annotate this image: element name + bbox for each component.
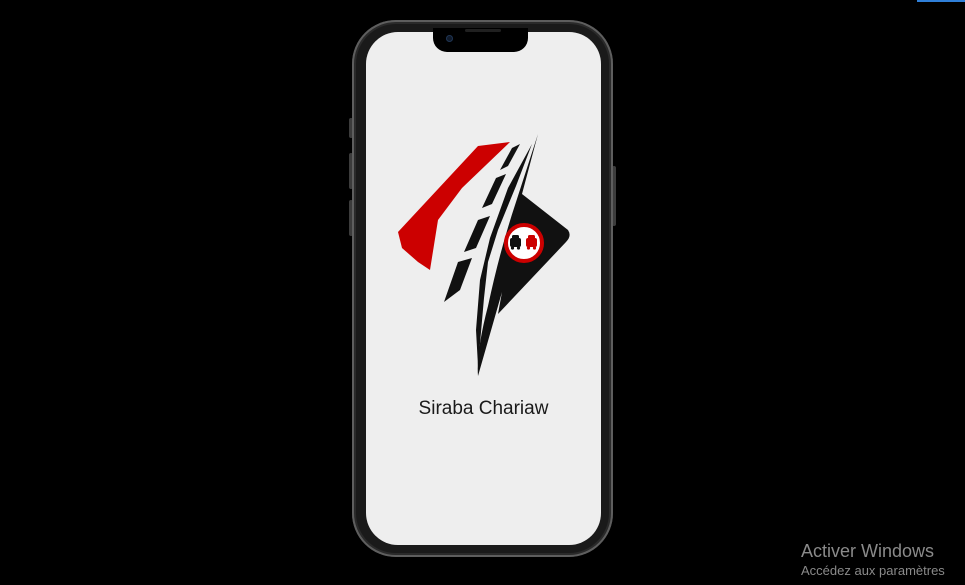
desktop-background: Siraba Chariaw Activer Windows Accédez a…: [0, 0, 965, 585]
logo-dash-2: [482, 174, 506, 208]
front-camera: [446, 35, 453, 42]
windows-activation-watermark: Activer Windows Accédez aux paramètres: [801, 540, 945, 580]
watermark-title: Activer Windows: [801, 541, 935, 561]
logo-red-stripe: [398, 142, 510, 270]
top-edge-accent: [917, 0, 965, 2]
logo-dash-3: [464, 216, 490, 252]
no-overtaking-sign-icon: [504, 223, 544, 263]
earpiece-speaker: [465, 29, 501, 32]
app-title: Siraba Chariaw: [418, 398, 549, 419]
road-logo-icon: [398, 134, 570, 376]
watermark-subtitle: Accédez aux paramètres: [801, 563, 945, 578]
logo-dash-4: [444, 258, 472, 302]
